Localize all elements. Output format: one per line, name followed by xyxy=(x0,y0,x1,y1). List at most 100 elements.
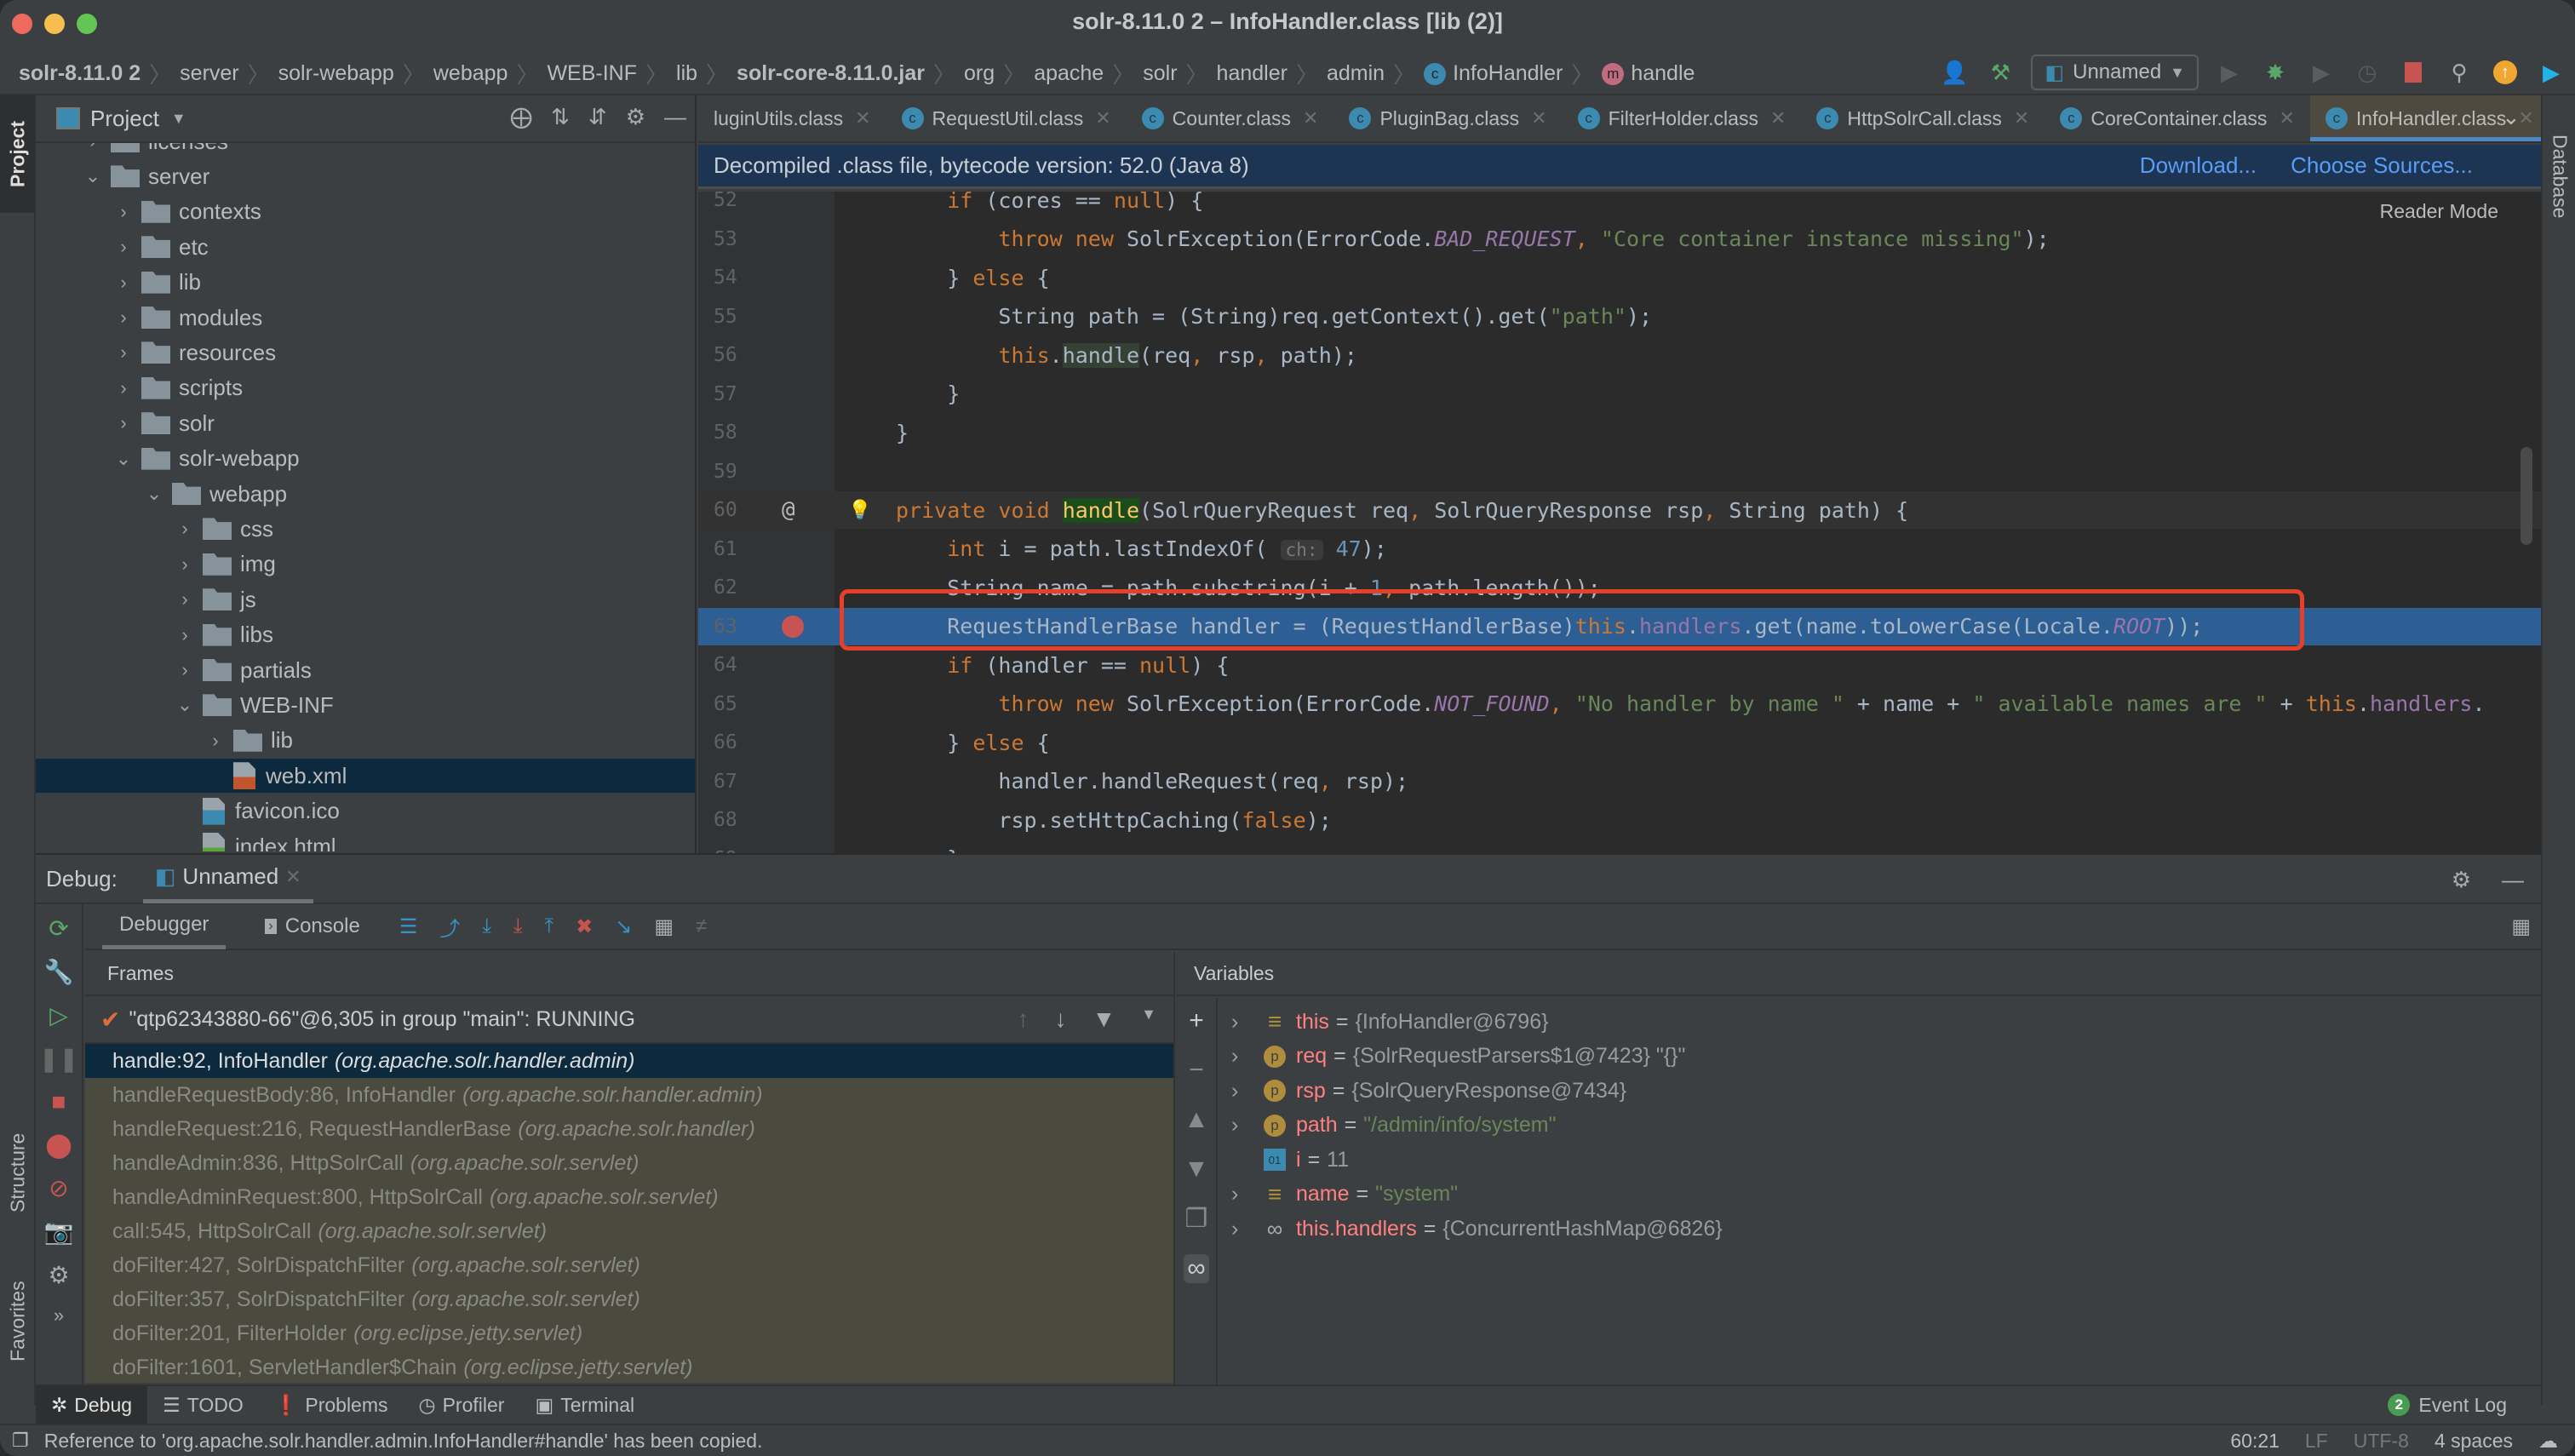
code-line[interactable]: 56 this.handle(req, rsp, path); xyxy=(698,336,2541,374)
code-line[interactable]: 55 String path = (String)req.getContext(… xyxy=(698,298,2541,335)
tree-item[interactable]: index.html xyxy=(36,829,695,851)
chevron-down-icon[interactable]: ⌄ xyxy=(145,483,163,505)
code-line[interactable]: 63 RequestHandlerBase handler = (Request… xyxy=(698,607,2541,645)
breadcrumb-item[interactable]: org xyxy=(964,61,995,86)
indent-setting[interactable]: 4 spaces xyxy=(2434,1430,2513,1453)
code-line[interactable]: 61 int i = path.lastIndexOf( ch: 47); xyxy=(698,530,2541,568)
trace-stream-icon[interactable]: ≠ xyxy=(696,914,707,938)
variable-row[interactable]: › p rsp = {SolrQueryResponse@7434} xyxy=(1231,1074,1626,1108)
run-icon[interactable]: ▶ xyxy=(2214,57,2245,88)
variable-row[interactable]: › ≡ this = {InfoHandler@6796} xyxy=(1231,1005,1548,1039)
chevron-right-icon[interactable]: › xyxy=(175,553,194,576)
chevron-down-icon[interactable]: ⌄ xyxy=(175,694,194,716)
variable-row[interactable]: › ≡ name = "system" xyxy=(1231,1178,1458,1212)
duplicate-icon[interactable]: ❐ xyxy=(1185,1204,1208,1234)
stack-frame[interactable]: doFilter:201, FilterHolder (org.eclipse.j… xyxy=(85,1316,1173,1350)
code-line[interactable]: 69 } xyxy=(698,840,2541,853)
chevron-right-icon[interactable]: › xyxy=(175,659,194,681)
arrow-up-icon[interactable]: ↑ xyxy=(1017,1006,1029,1033)
variable-row[interactable]: › p req = {SolrRequestParsers$1@7423} "{}" xyxy=(1231,1040,1685,1074)
step-out-icon[interactable]: ⤒ xyxy=(545,914,554,938)
close-tab-icon[interactable]: ✕ xyxy=(1770,107,1786,129)
caret-position[interactable]: 60:21 xyxy=(2230,1430,2280,1453)
locate-icon[interactable]: ⨁ xyxy=(510,104,532,130)
collapse-all-icon[interactable]: ⇵ xyxy=(588,104,607,130)
code-editor[interactable]: 52 if (cores == null) {53 throw new Solr… xyxy=(698,192,2541,853)
tab-console[interactable]: › Console xyxy=(248,903,376,949)
variable-row[interactable]: 01 i = 11 xyxy=(1231,1143,1349,1177)
step-over-icon[interactable]: ⤴ xyxy=(439,912,460,942)
tree-item[interactable]: › scripts xyxy=(36,371,695,405)
chevron-right-icon[interactable]: › xyxy=(1231,1079,1252,1103)
reader-mode-button[interactable]: Reader Mode xyxy=(2380,200,2498,223)
breadcrumb-item[interactable]: lib xyxy=(676,61,697,86)
chevron-right-icon[interactable]: › xyxy=(206,730,225,752)
close-tab-icon[interactable]: ✕ xyxy=(1303,107,1318,129)
thread-selector[interactable]: ✔ "qtp62343880-66"@6,305 in group "main"… xyxy=(85,996,1173,1044)
stop-icon[interactable] xyxy=(2398,57,2429,88)
tab-debugger[interactable]: Debugger xyxy=(102,903,227,949)
pause-icon[interactable]: ❚❚ xyxy=(39,1045,79,1073)
breakpoint-icon[interactable] xyxy=(782,615,804,638)
favorites-tool-tab[interactable]: Favorites xyxy=(0,1253,36,1390)
tree-item[interactable]: › lib xyxy=(36,266,695,300)
stack-frame[interactable]: handleAdmin:836, HttpSolrCall (org.apache… xyxy=(85,1146,1173,1180)
build-hammer-icon[interactable]: ⚒ xyxy=(1985,57,2016,88)
chevron-right-icon[interactable]: › xyxy=(1231,1217,1252,1241)
bottom-tab-profiler[interactable]: ◷ Profiler xyxy=(404,1386,520,1424)
structure-tool-tab[interactable]: Structure xyxy=(0,1109,36,1236)
stack-frame[interactable]: doFilter:1601, ServletHandler$Chain (org.… xyxy=(85,1350,1173,1383)
breadcrumb-item[interactable]: m handle xyxy=(1602,61,1695,86)
user-icon[interactable]: 👤 xyxy=(1939,57,1970,88)
update-icon[interactable]: ↑ xyxy=(2490,57,2521,88)
evaluate-expression-icon[interactable]: ▦ xyxy=(654,914,674,939)
tree-item[interactable]: › js xyxy=(36,582,695,616)
run-to-cursor-icon[interactable]: ↘ xyxy=(615,914,632,939)
coverage-icon[interactable]: ▶ xyxy=(2306,57,2337,88)
override-marker-icon[interactable]: @ xyxy=(782,497,795,523)
stack-frame[interactable]: handleRequestBody:86, InfoHandler (org.ap… xyxy=(85,1078,1173,1112)
choose-sources-link[interactable]: Choose Sources... xyxy=(2291,152,2473,179)
filter-icon[interactable]: ▼ xyxy=(1092,1006,1115,1033)
gear-icon[interactable]: ⚙ xyxy=(2452,867,2471,893)
code-line[interactable]: 57 } xyxy=(698,375,2541,413)
breadcrumb-item[interactable]: admin xyxy=(1327,61,1385,86)
breadcrumb-item[interactable]: apache xyxy=(1034,61,1104,86)
event-log-button[interactable]: 2 Event Log xyxy=(2388,1394,2507,1417)
more-icon[interactable]: » xyxy=(54,1304,64,1327)
tree-item[interactable]: › solr xyxy=(36,406,695,440)
editor-tab[interactable]: c FilterHolder.class ✕ xyxy=(1563,95,1802,141)
stack-frame[interactable]: handle:92, InfoHandler (org.apache.solr.h… xyxy=(85,1044,1173,1078)
close-tab-icon[interactable]: ✕ xyxy=(1531,107,1546,129)
editor-tab[interactable]: c RequestUtil.class ✕ xyxy=(886,95,1127,141)
debug-session-tab[interactable]: ◧ Unnamed ✕ xyxy=(142,854,313,903)
breadcrumb-item[interactable]: server xyxy=(180,61,238,86)
close-tab-icon[interactable]: ✕ xyxy=(2014,107,2029,129)
move-down-icon[interactable]: ▼ xyxy=(1184,1155,1209,1184)
step-into-icon[interactable]: ⤓ xyxy=(482,914,491,938)
code-line[interactable]: 53 throw new SolrException(ErrorCode.BAD… xyxy=(698,221,2541,258)
chevron-right-icon[interactable]: › xyxy=(175,588,194,610)
editor-tab[interactable]: c Counter.class ✕ xyxy=(1127,95,1334,141)
chevron-right-icon[interactable]: › xyxy=(114,307,133,329)
stop-icon[interactable]: ■ xyxy=(52,1088,66,1115)
code-line[interactable]: 59 xyxy=(698,453,2541,490)
tree-item[interactable]: web.xml xyxy=(36,759,695,794)
chevron-right-icon[interactable]: › xyxy=(175,624,194,646)
bottom-tab-debug[interactable]: ✲ Debug xyxy=(36,1386,148,1424)
chevron-down-icon[interactable]: ⌄ xyxy=(83,165,102,187)
tree-item[interactable]: › contexts xyxy=(36,195,695,229)
arrow-down-icon[interactable]: ↓ xyxy=(1054,1006,1066,1033)
expand-all-icon[interactable]: ⇅ xyxy=(551,104,570,130)
view-breakpoints-icon[interactable]: ⬤ xyxy=(45,1131,72,1159)
tree-item[interactable]: › partials xyxy=(36,653,695,687)
tree-item[interactable]: › licenses xyxy=(36,143,695,158)
breadcrumb-item[interactable]: webapp xyxy=(433,61,508,86)
tree-item[interactable]: ⌄ server xyxy=(36,159,695,193)
chevron-right-icon[interactable]: › xyxy=(114,341,133,364)
tree-item[interactable]: › css xyxy=(36,512,695,546)
chevron-right-icon[interactable]: › xyxy=(1231,1182,1252,1207)
breadcrumb-item[interactable]: solr-core-8.11.0.jar xyxy=(737,61,925,86)
tree-item[interactable]: › modules xyxy=(36,301,695,335)
hide-panel-icon[interactable]: — xyxy=(664,104,686,130)
